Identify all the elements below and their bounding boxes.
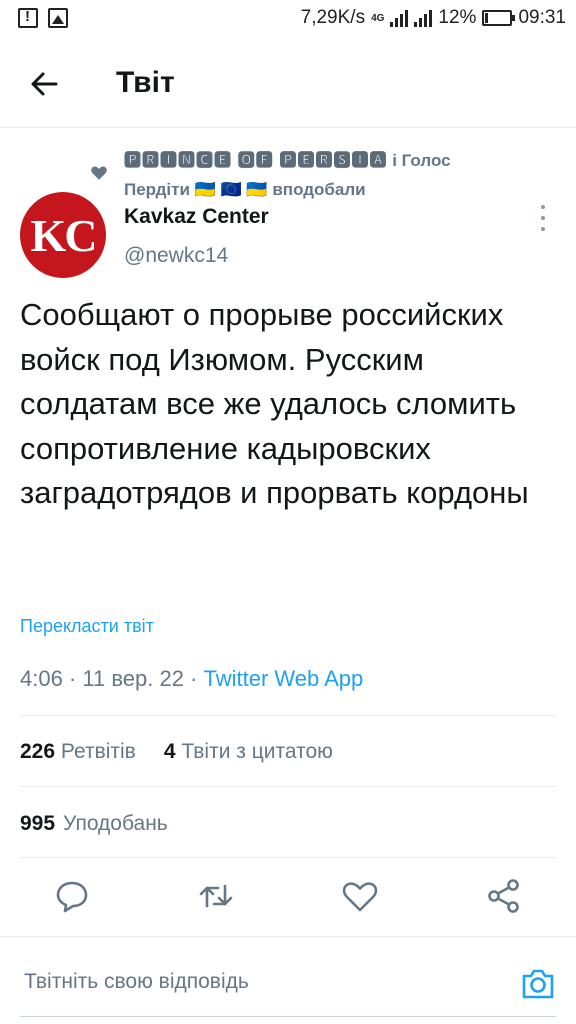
heart-icon	[90, 164, 108, 182]
image-notification-icon	[48, 8, 68, 28]
battery-icon	[482, 10, 516, 26]
divider	[20, 857, 556, 858]
arrow-left-icon[interactable]	[26, 66, 62, 102]
retweets-stat[interactable]: 226 Ретвітів	[20, 740, 136, 764]
tweet-actions	[0, 866, 576, 926]
quotes-label: Твіти з цитатою	[181, 740, 333, 763]
author-handle[interactable]: @newkc14	[124, 244, 228, 268]
status-bar: 7,29K/s 4G 12% 09:31	[0, 0, 576, 40]
translate-link[interactable]: Перекласти твіт	[20, 616, 154, 637]
likes-label: Уподобань	[63, 812, 168, 835]
reply-composer[interactable]: Твітніть свою відповідь	[0, 940, 576, 1024]
retweet-stats: 226 Ретвітів 4 Твіти з цитатою	[20, 740, 333, 764]
avatar-logo-text: KC	[30, 209, 98, 261]
social-context[interactable]: 🅿🆁🅸🅽🅲🅴 🅾🅵 🅿🅴🆁🆂🅸🅰 і Голос Пердіти 🇺🇦 🇪🇺 🇺…	[124, 146, 564, 204]
social-action: вподобали	[272, 180, 366, 199]
likes-stat[interactable]: 995 Уподобань	[20, 812, 168, 836]
liker-name-1[interactable]: 🅿🆁🅸🅽🅲🅴 🅾🅵 🅿🅴🆁🆂🅸🅰	[124, 151, 387, 170]
clock: 09:31	[518, 7, 566, 28]
like-icon[interactable]	[340, 876, 380, 916]
top-app-bar: Твіт	[0, 40, 576, 128]
more-options-icon[interactable]	[536, 205, 550, 231]
page-title: Твіт	[116, 66, 175, 99]
retweets-count: 226	[20, 740, 56, 763]
quotes-count: 4	[163, 740, 176, 763]
signal-icon	[390, 9, 409, 27]
network-speed: 7,29K/s	[300, 7, 366, 28]
divider	[20, 715, 556, 716]
author-name[interactable]: Kavkaz Center	[124, 205, 269, 229]
tweet-text: Сообщают о прорыве российских войск под …	[20, 297, 529, 510]
likes-count: 995	[20, 812, 56, 835]
divider	[0, 936, 576, 937]
alert-notification-icon	[18, 8, 38, 28]
reply-icon[interactable]	[52, 876, 92, 916]
divider	[20, 786, 556, 787]
battery-percent: 12%	[438, 7, 477, 28]
retweet-icon[interactable]	[196, 876, 236, 916]
tweet-timestamp: 4:06 · 11 вер. 22 · Twitter Web App	[20, 666, 363, 692]
source-app-link[interactable]: Twitter Web App	[203, 666, 363, 691]
timestamp-text: 4:06 · 11 вер. 22 ·	[20, 666, 204, 691]
reply-underline	[20, 1016, 556, 1017]
avatar[interactable]: KC	[20, 192, 106, 278]
network-type: 4G	[371, 12, 385, 24]
camera-icon[interactable]	[518, 964, 558, 1004]
signal-icon-2	[414, 9, 433, 27]
retweets-label: Ретвітів	[60, 740, 136, 763]
share-icon[interactable]	[484, 876, 524, 916]
liker-name-2[interactable]: Пердіти 🇺🇦 🇪🇺 🇺🇦	[124, 180, 268, 199]
social-conjunction: і Голос	[392, 151, 451, 170]
quotes-stat[interactable]: 4 Твіти з цитатою	[164, 740, 333, 764]
reply-input[interactable]: Твітніть свою відповідь	[24, 970, 249, 994]
